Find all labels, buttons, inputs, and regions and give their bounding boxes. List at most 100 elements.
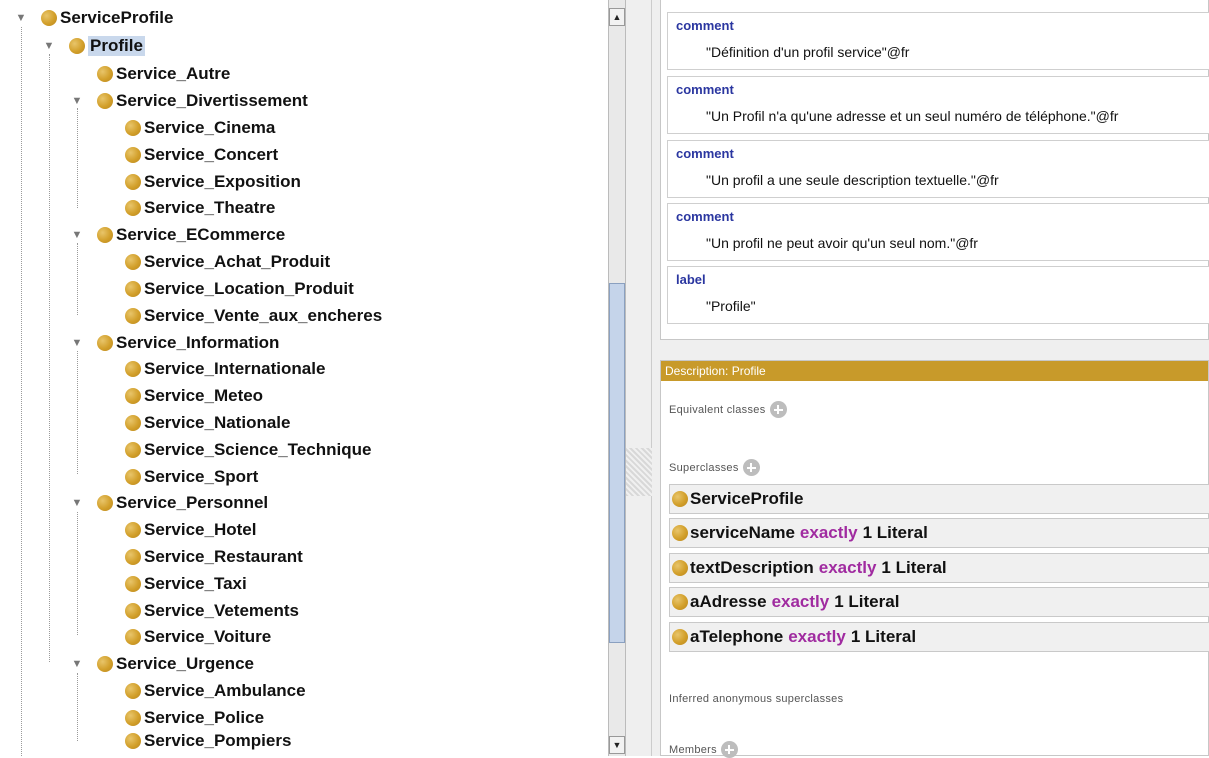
restriction-keyword: exactly: [771, 592, 830, 611]
tree-node-label: Service_Sport: [144, 467, 259, 486]
tree-node-label: Service_Concert: [144, 145, 279, 164]
triangle-down-icon[interactable]: ▼: [70, 496, 84, 510]
superclass-row[interactable]: ServiceProfile: [669, 484, 1209, 514]
annotation-property: comment: [676, 146, 734, 161]
tree-node-service-autre[interactable]: Service_Autre: [97, 61, 230, 87]
equivalent-classes-label: Equivalent classes: [669, 403, 766, 416]
superclasses-section: Superclasses: [669, 459, 760, 476]
triangle-down-icon[interactable]: ▼: [14, 11, 28, 25]
tree-node-service-meteo[interactable]: Service_Meteo: [125, 383, 263, 409]
add-member-icon[interactable]: [720, 741, 738, 758]
triangle-down-icon[interactable]: ▼: [70, 94, 84, 108]
add-equivalent-class-icon[interactable]: [769, 401, 787, 418]
tree-node-label: Service_Police: [144, 708, 265, 727]
tree-node-service-voiture[interactable]: Service_Voiture: [125, 624, 271, 650]
tree-node-service-cinema[interactable]: Service_Cinema: [125, 115, 275, 141]
inferred-superclasses-label: Inferred anonymous superclasses: [669, 693, 844, 705]
class-icon: [97, 656, 113, 672]
annotation-row[interactable]: comment "Un Profil n'a qu'une adresse et…: [667, 76, 1209, 134]
tree-node-service-information[interactable]: ▼ Service_Information: [72, 330, 280, 356]
members-label: Members: [669, 743, 717, 756]
tree-node-label: ServiceProfile: [60, 8, 174, 27]
tree-node-label: Service_Divertissement: [116, 91, 308, 110]
tree-scrollbar[interactable]: ▲ ▼: [608, 0, 626, 756]
superclass-name: aTelephone: [690, 627, 784, 646]
scroll-down-button[interactable]: ▼: [609, 736, 625, 754]
split-pane-divider[interactable]: [626, 0, 652, 756]
annotation-property: label: [676, 272, 706, 287]
class-icon: [125, 200, 141, 216]
scroll-thumb[interactable]: [609, 283, 625, 643]
class-icon: [97, 66, 113, 82]
annotation-row[interactable]: comment "Définition d'un profil service"…: [667, 12, 1209, 70]
tree-node-service-achat-produit[interactable]: Service_Achat_Produit: [125, 249, 330, 275]
annotation-row[interactable]: label "Profile": [667, 266, 1209, 324]
equivalent-classes-section: Equivalent classes: [669, 401, 787, 418]
divider-grip[interactable]: [626, 448, 652, 496]
superclass-name: aAdresse: [690, 592, 767, 611]
tree-node-service-vetements[interactable]: Service_Vetements: [125, 598, 299, 624]
annotation-value: "Un profil a une seule description textu…: [706, 172, 999, 188]
annotation-value: "Profile": [706, 298, 756, 314]
restriction-filler: 1 Literal: [881, 558, 947, 577]
tree-node-service-internationale[interactable]: Service_Internationale: [125, 356, 325, 382]
class-icon: [125, 361, 141, 377]
class-icon: [672, 560, 688, 576]
tree-node-service-divertissement[interactable]: ▼ Service_Divertissement: [72, 88, 308, 114]
tree-node-service-pompiers[interactable]: Service_Pompiers: [125, 728, 291, 754]
tree-connector: [77, 243, 78, 315]
class-icon: [125, 281, 141, 297]
triangle-down-icon[interactable]: ▼: [70, 336, 84, 350]
tree-node-service-theatre[interactable]: Service_Theatre: [125, 195, 275, 221]
tree-node-label: Service_Information: [116, 333, 280, 352]
tree-node-service-location-produit[interactable]: Service_Location_Produit: [125, 276, 354, 302]
tree-node-service-ambulance[interactable]: Service_Ambulance: [125, 678, 306, 704]
tree-node-label: Service_Location_Produit: [144, 279, 354, 298]
tree-node-service-taxi[interactable]: Service_Taxi: [125, 571, 247, 597]
class-icon: [672, 525, 688, 541]
tree-connector: [21, 27, 22, 756]
tree-connector: [77, 512, 78, 635]
triangle-down-icon[interactable]: ▼: [70, 657, 84, 671]
tree-node-service-urgence[interactable]: ▼ Service_Urgence: [72, 651, 254, 677]
class-icon: [125, 549, 141, 565]
class-icon: [125, 710, 141, 726]
annotation-row[interactable]: comment "Un profil a une seule descripti…: [667, 140, 1209, 198]
tree-node-service-science-technique[interactable]: Service_Science_Technique: [125, 437, 371, 463]
class-icon: [125, 576, 141, 592]
superclass-name: textDescription: [690, 558, 814, 577]
class-icon: [672, 491, 688, 507]
class-icon: [672, 629, 688, 645]
superclass-row[interactable]: aAdresse exactly 1 Literal: [669, 587, 1209, 617]
tree-node-service-exposition[interactable]: Service_Exposition: [125, 169, 301, 195]
triangle-down-icon[interactable]: ▼: [42, 39, 56, 53]
annotation-row[interactable]: comment "Un profil ne peut avoir qu'un s…: [667, 203, 1209, 261]
scroll-up-button[interactable]: ▲: [609, 8, 625, 26]
tree-node-service-hotel[interactable]: Service_Hotel: [125, 517, 256, 543]
tree-node-label: Service_Hotel: [144, 520, 257, 539]
superclass-row[interactable]: aTelephone exactly 1 Literal: [669, 622, 1209, 652]
add-superclass-icon[interactable]: [742, 459, 760, 476]
tree-connector: [77, 673, 78, 741]
annotations-panel: comment "Définition d'un profil service"…: [660, 0, 1209, 340]
class-icon: [41, 10, 57, 26]
superclass-row[interactable]: serviceName exactly 1 Literal: [669, 518, 1209, 548]
tree-node-label: Service_Vente_aux_encheres: [144, 306, 383, 325]
triangle-down-icon[interactable]: ▼: [70, 228, 84, 242]
tree-node-serviceprofile[interactable]: ▼ ServiceProfile: [16, 5, 174, 31]
class-icon: [125, 603, 141, 619]
class-icon: [125, 388, 141, 404]
tree-node-label: Service_Science_Technique: [144, 440, 372, 459]
tree-node-service-vente-aux-encheres[interactable]: Service_Vente_aux_encheres: [125, 303, 382, 329]
tree-node-service-restaurant[interactable]: Service_Restaurant: [125, 544, 303, 570]
class-hierarchy-tree: ▼ ServiceProfile ▼ Profile Service_Autre…: [0, 0, 608, 756]
annotation-property: comment: [676, 209, 734, 224]
tree-node-service-concert[interactable]: Service_Concert: [125, 142, 278, 168]
tree-node-service-ecommerce[interactable]: ▼ Service_ECommerce: [72, 222, 286, 248]
tree-node-label: Service_Nationale: [144, 413, 291, 432]
tree-node-service-nationale[interactable]: Service_Nationale: [125, 410, 290, 436]
tree-node-profile[interactable]: ▼ Profile: [44, 33, 145, 59]
tree-node-service-sport[interactable]: Service_Sport: [125, 464, 258, 490]
tree-node-service-personnel[interactable]: ▼ Service_Personnel: [72, 490, 269, 516]
superclass-row[interactable]: textDescription exactly 1 Literal: [669, 553, 1209, 583]
